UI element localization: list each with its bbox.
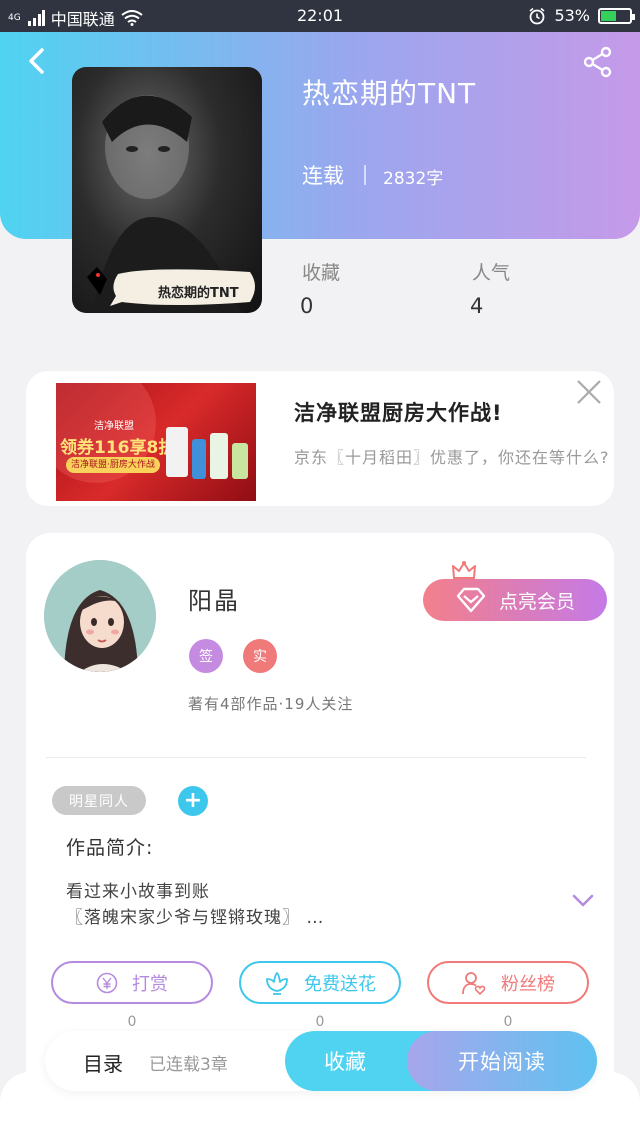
ad-product-jar	[232, 443, 248, 479]
ad-image-brand: 洁净联盟	[94, 421, 134, 432]
vip-button[interactable]: 点亮会员	[423, 579, 607, 621]
battery-percent: 53%	[554, 6, 590, 25]
ad-image-subline: 洁净联盟·厨房大作战	[66, 457, 160, 473]
author-name[interactable]: 阳晶	[188, 581, 240, 616]
popularity-label: 人气	[472, 262, 511, 284]
battery-level	[601, 10, 616, 21]
share-icon[interactable]	[580, 44, 616, 80]
reward-label: 打赏	[132, 973, 168, 995]
chevron-down-icon[interactable]	[572, 893, 594, 909]
popularity-count: 4	[470, 294, 484, 318]
ad-product-bottle	[192, 439, 206, 479]
divider	[364, 165, 366, 185]
avatar[interactable]	[44, 560, 156, 672]
tag-chip[interactable]: 明星同人	[52, 786, 146, 815]
favorites-label: 收藏	[302, 262, 341, 284]
fan-ranking-label: 粉丝榜	[501, 973, 555, 995]
yuan-icon	[96, 972, 118, 993]
alarm-icon	[529, 7, 545, 24]
ad-product-pack	[210, 433, 228, 479]
close-icon[interactable]	[574, 377, 604, 407]
ad-description: 京东〖十月稻田〗优惠了，你还在等什么?	[294, 448, 610, 467]
start-reading-button[interactable]: 开始阅读	[407, 1031, 597, 1091]
ad-card[interactable]: 洁净联盟 领券116享8折 洁净联盟·厨房大作战 洁净联盟厨房大作战! 京东〖十…	[26, 371, 614, 506]
favorites-count: 0	[300, 294, 314, 318]
ad-title[interactable]: 洁净联盟厨房大作战!	[294, 397, 503, 427]
avatar-image	[44, 560, 156, 672]
ad-image[interactable]: 洁净联盟 领券116享8折 洁净联盟·厨房大作战	[56, 383, 256, 501]
status-right: 53%	[528, 6, 635, 25]
battery-icon	[598, 7, 635, 24]
author-stats: 著有4部作品·19人关注	[188, 695, 354, 713]
intro-title: 作品简介:	[66, 837, 154, 859]
send-flower-count: 0	[315, 1014, 325, 1030]
add-tag-button[interactable]: +	[178, 786, 208, 816]
status-bar: 4G 中国联通 22:01 53%	[0, 0, 640, 32]
book-title: 热恋期的TNT	[302, 77, 477, 110]
fan-ranking-button[interactable]: 粉丝榜	[427, 961, 589, 1004]
send-flower-label: 免费送花	[304, 973, 376, 995]
verified-badge: 实	[243, 639, 277, 673]
signed-badge: 签	[189, 639, 223, 673]
word-count: 2832字	[383, 169, 444, 189]
cover-caption: 热恋期的TNT	[158, 286, 239, 301]
diamond-icon	[456, 587, 486, 613]
book-status: 连载	[302, 164, 344, 188]
ad-product-box	[166, 427, 188, 477]
reward-button[interactable]: 打赏	[51, 961, 213, 1004]
fans-icon	[462, 971, 486, 995]
vip-label: 点亮会员	[498, 590, 575, 613]
divider	[46, 757, 586, 758]
toc-button[interactable]: 目录	[83, 1048, 123, 1077]
intro-line-2: 〖落魄宋家少爷与铿锵玫瑰〗 …	[66, 908, 325, 928]
intro-line-1: 看过来小故事到账	[66, 882, 210, 902]
fan-ranking-count: 0	[503, 1014, 513, 1030]
ad-image-headline: 领券116享8折	[60, 438, 176, 458]
reward-count: 0	[127, 1014, 137, 1030]
bottom-bar: 目录 已连载3章 收藏 开始阅读	[45, 1031, 597, 1091]
back-icon[interactable]	[22, 44, 56, 78]
flower-icon	[266, 971, 288, 995]
send-flower-button[interactable]: 免费送花	[239, 961, 401, 1004]
author-card: 阳晶 签 实 著有4部作品·19人关注 点亮会员 明星同人 + 作品简介: 看过…	[26, 533, 614, 1093]
chapter-count: 已连载3章	[149, 1055, 228, 1075]
